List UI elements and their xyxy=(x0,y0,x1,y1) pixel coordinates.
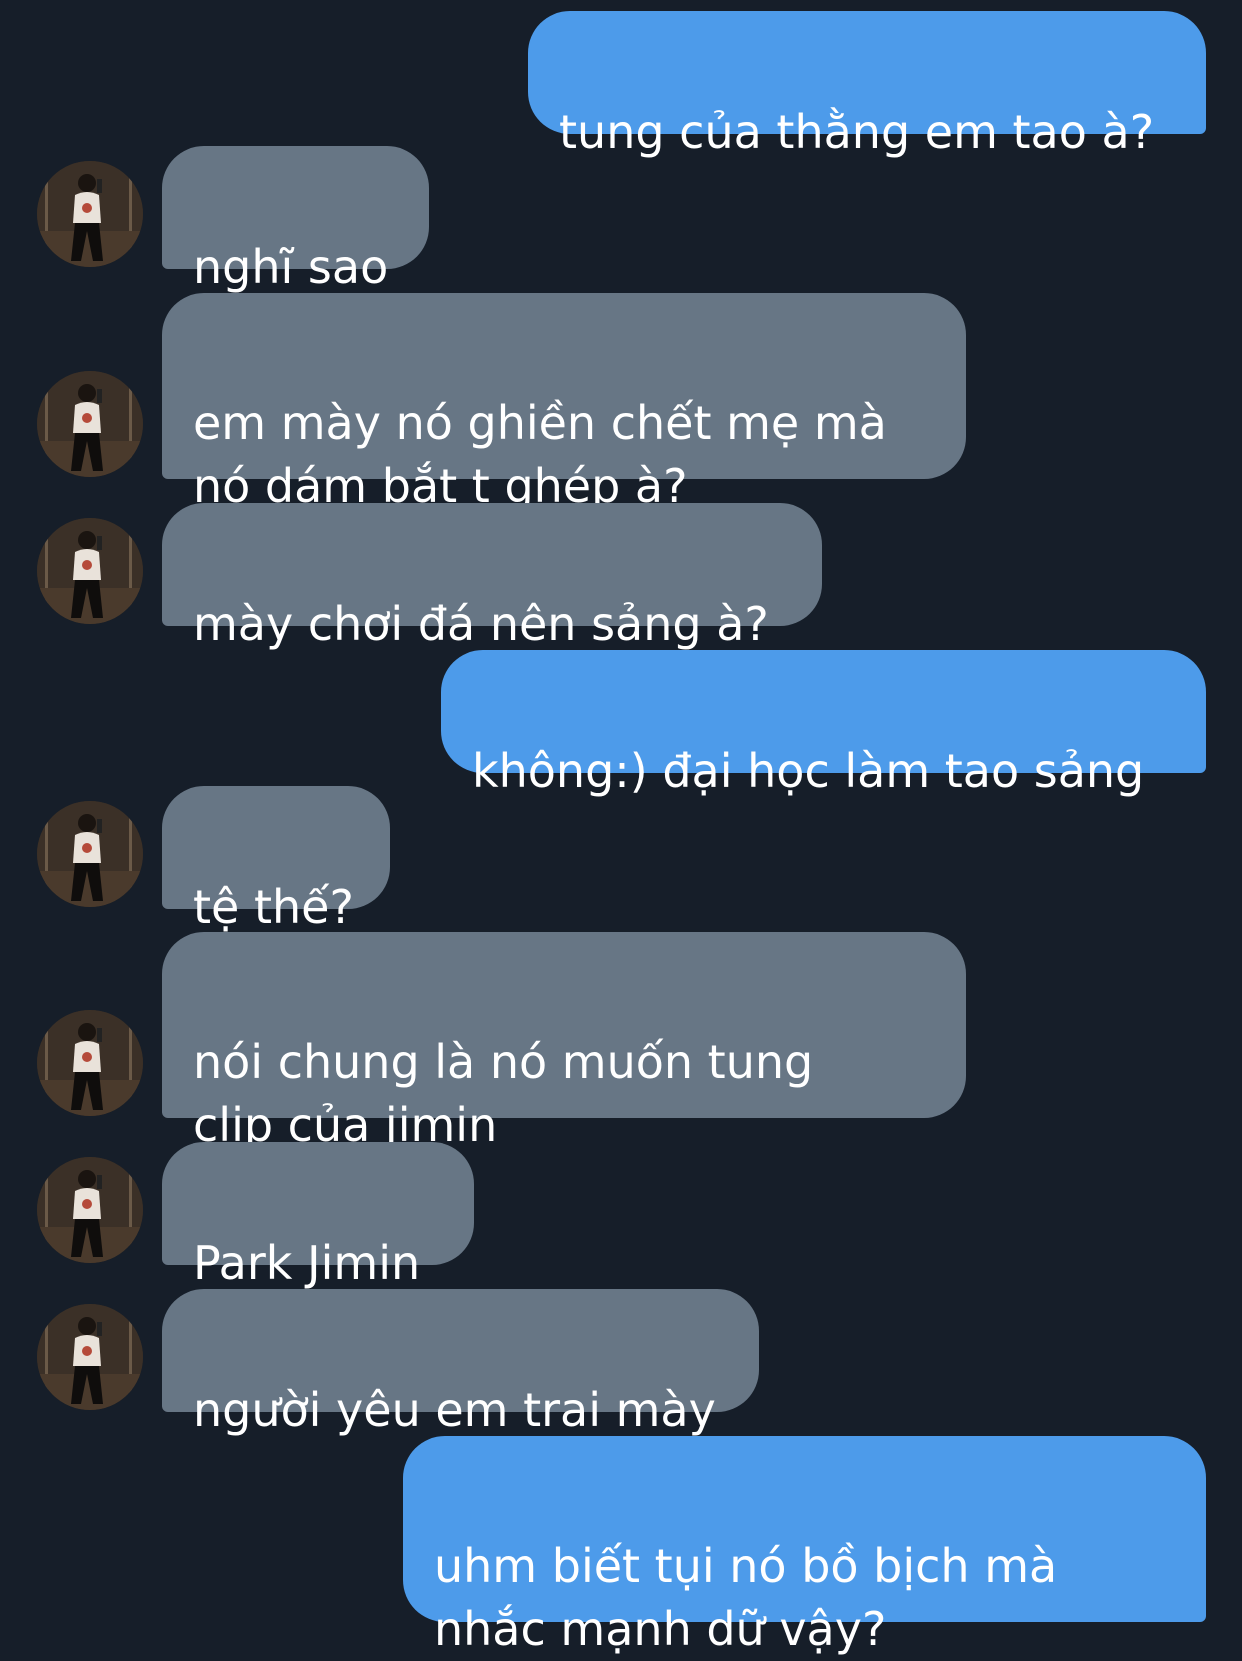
message-thread: tung của thằng em tao à? nghĩ sao em mày… xyxy=(0,0,1242,1656)
incoming-message-bubble[interactable]: mày chơi đá nên sảng à? xyxy=(162,503,822,651)
person-photo-icon xyxy=(37,161,143,267)
incoming-message-bubble[interactable]: Park Jimin xyxy=(162,1142,474,1290)
message-text: tung của thằng em tao à? xyxy=(559,105,1155,159)
incoming-message-bubble[interactable]: em mày nó ghiền chết mẹ mà nó dám bắt t … xyxy=(162,293,966,513)
person-photo-icon xyxy=(37,518,143,624)
contact-avatar[interactable] xyxy=(37,518,143,624)
outgoing-message-bubble[interactable]: tung của thằng em tao à? xyxy=(528,11,1206,159)
incoming-message-bubble[interactable]: người yêu em trai mày xyxy=(162,1289,759,1437)
person-photo-icon xyxy=(37,1157,143,1263)
message-text: mày chơi đá nên sảng à? xyxy=(193,597,769,651)
person-photo-icon xyxy=(37,1304,143,1410)
outgoing-message-bubble[interactable]: không:) đại học làm tao sảng xyxy=(441,650,1206,798)
message-text: Park Jimin xyxy=(193,1236,421,1290)
message-text: nghĩ sao xyxy=(193,240,389,294)
person-photo-icon xyxy=(37,371,143,477)
message-text: em mày nó ghiền chết mẹ mà nó dám bắt t … xyxy=(193,396,887,513)
message-text: tệ thế? xyxy=(193,880,354,934)
contact-avatar[interactable] xyxy=(37,371,143,477)
incoming-message-bubble[interactable]: nghĩ sao xyxy=(162,146,429,294)
incoming-message-bubble[interactable]: tệ thế? xyxy=(162,786,390,934)
message-text: uhm biết tụi nó bồ bịch mà nhắc mạnh dữ … xyxy=(434,1539,1058,1656)
incoming-message-bubble[interactable]: nói chung là nó muốn tung clip của jimin xyxy=(162,932,966,1152)
person-photo-icon xyxy=(37,801,143,907)
message-text: nói chung là nó muốn tung clip của jimin xyxy=(193,1035,814,1152)
contact-avatar[interactable] xyxy=(37,161,143,267)
contact-avatar[interactable] xyxy=(37,801,143,907)
message-text: không:) đại học làm tao sảng xyxy=(472,744,1145,798)
outgoing-message-bubble[interactable]: uhm biết tụi nó bồ bịch mà nhắc mạnh dữ … xyxy=(403,1436,1206,1656)
contact-avatar[interactable] xyxy=(37,1157,143,1263)
message-text: người yêu em trai mày xyxy=(193,1383,716,1437)
person-photo-icon xyxy=(37,1010,143,1116)
contact-avatar[interactable] xyxy=(37,1010,143,1116)
contact-avatar[interactable] xyxy=(37,1304,143,1410)
